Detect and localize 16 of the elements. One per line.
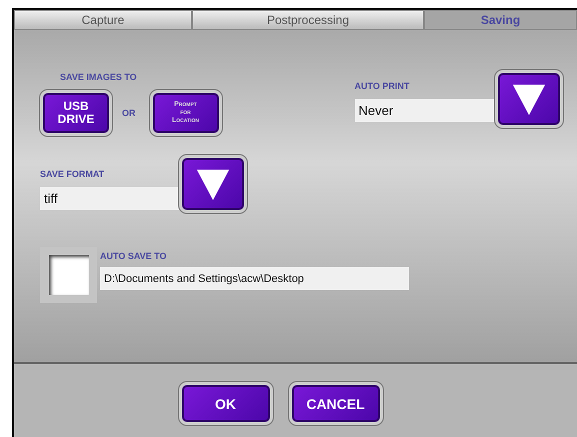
tab[interactable]: Postprocessing: [192, 10, 424, 30]
dialog-button[interactable]: OK: [178, 382, 272, 425]
auto-print-label: AUTO PRINT: [354, 81, 410, 91]
dropdown-button[interactable]: [179, 155, 247, 213]
section-label: SAVE IMAGES TO: [60, 72, 138, 82]
dialog-button[interactable]: CANCEL: [288, 382, 382, 425]
tab[interactable]: Capture: [14, 10, 192, 30]
save-format-label: SAVE FORMAT: [40, 169, 106, 179]
auto-save-checkbox[interactable]: [40, 247, 97, 303]
or-label: OR: [122, 108, 136, 118]
auto-print-field[interactable]: Never: [354, 99, 494, 122]
save-format-field[interactable]: tiff: [40, 187, 179, 210]
usb-drive-button[interactable]: USB DRIVE: [40, 90, 112, 136]
auto-save-path-field[interactable]: D:\Documents and Settings\acw\Desktop: [100, 267, 409, 290]
dropdown-button[interactable]: [494, 70, 562, 128]
auto-save-label: AUTO SAVE TO: [100, 251, 168, 261]
